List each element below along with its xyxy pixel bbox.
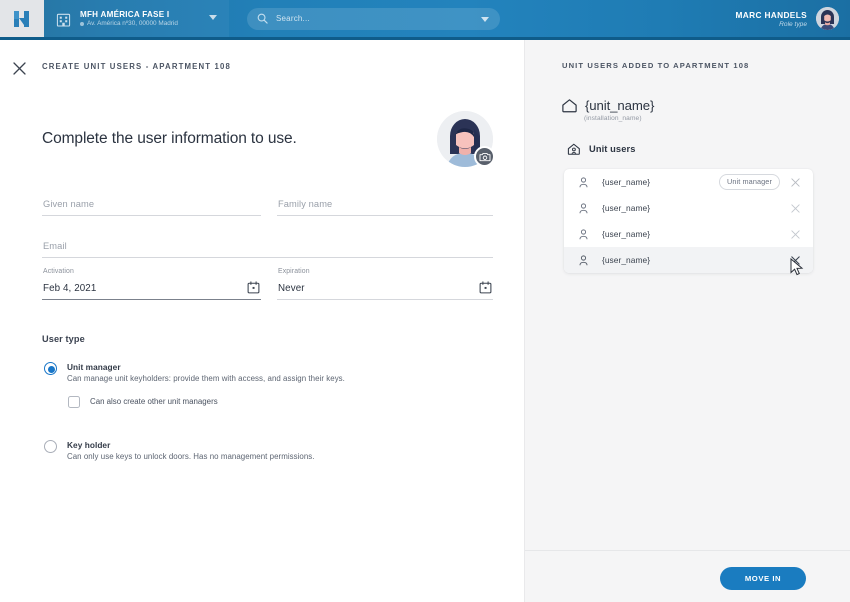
- avatar-illustration: [816, 7, 839, 30]
- person-icon: [579, 202, 588, 213]
- user-type-section-title: User type: [42, 334, 85, 344]
- unit-users-list: {user_name} Unit manager {user_name} {us…: [564, 169, 813, 273]
- site-name: MFH AMÉRICA FASE I: [80, 10, 170, 19]
- list-item[interactable]: {user_name}: [564, 195, 813, 221]
- building-icon: [56, 13, 71, 27]
- location-pin-icon: [80, 21, 84, 26]
- unit-manager-title: Unit manager: [67, 362, 121, 372]
- footer-divider: [525, 550, 850, 551]
- hi-logo-icon: [14, 10, 29, 27]
- user-role: Role type: [779, 20, 807, 28]
- radio-unit-manager[interactable]: [44, 362, 57, 375]
- unit-header: {unit_name}: [561, 97, 654, 114]
- unit-users-title: Unit users: [589, 144, 636, 154]
- site-address-row: Av. América nº30, 00000 Madrid: [80, 20, 178, 27]
- family-name-field[interactable]: Family name: [277, 186, 493, 216]
- search-icon: [257, 13, 268, 24]
- radio-unit-manager-dot: [48, 366, 55, 373]
- user-photo-uploader[interactable]: [437, 111, 495, 167]
- site-address: Av. América nº30, 00000 Madrid: [87, 20, 178, 27]
- user-row-name: {user_name}: [602, 255, 651, 265]
- dialog-eyebrow: CREATE UNIT USERS - APARTMENT 108: [42, 62, 231, 71]
- given-name-placeholder: Given name: [43, 199, 95, 209]
- site-text-block: MFH AMÉRICA FASE I Av. América nº30, 000…: [80, 10, 178, 27]
- family-name-placeholder: Family name: [278, 199, 333, 209]
- activation-label: Activation: [43, 268, 74, 275]
- person-icon: [579, 176, 588, 187]
- remove-user-button[interactable]: [786, 177, 805, 187]
- unit-manager-description: Can manage unit keyholders: provide them…: [67, 374, 345, 383]
- list-item[interactable]: {user_name}: [564, 221, 813, 247]
- calendar-icon[interactable]: [247, 281, 260, 294]
- checkbox-box[interactable]: [68, 396, 80, 408]
- unit-users-header: Unit users: [567, 142, 635, 156]
- chevron-down-icon[interactable]: [209, 15, 217, 20]
- person-icon: [579, 254, 588, 265]
- user-row-name: {user_name}: [602, 177, 651, 187]
- activation-date-field[interactable]: Activation Feb 4, 2021: [42, 268, 261, 300]
- close-icon: [791, 203, 800, 213]
- list-item[interactable]: {user_name}: [564, 247, 813, 273]
- remove-user-button[interactable]: [786, 203, 805, 213]
- email-field[interactable]: Email: [42, 228, 493, 258]
- activation-value: Feb 4, 2021: [43, 283, 97, 294]
- list-item[interactable]: {user_name} Unit manager: [564, 169, 813, 195]
- close-icon: [791, 229, 800, 239]
- user-name: MARC HANDELS: [735, 9, 807, 20]
- close-icon: [791, 177, 800, 187]
- page-title: Complete the user information to use.: [42, 130, 297, 147]
- expiration-date-field[interactable]: Expiration Never: [277, 268, 493, 300]
- user-menu[interactable]: MARC HANDELS Role type: [720, 0, 850, 37]
- remove-user-button[interactable]: [786, 229, 805, 239]
- email-placeholder: Email: [43, 241, 67, 251]
- key-holder-title: Key holder: [67, 440, 111, 450]
- home-icon: [562, 99, 577, 113]
- camera-icon: [479, 152, 490, 161]
- radio-key-holder[interactable]: [44, 440, 57, 453]
- given-name-field[interactable]: Given name: [42, 186, 261, 216]
- user-row-name: {user_name}: [602, 229, 651, 239]
- expiration-value: Never: [278, 283, 305, 294]
- close-icon: [791, 255, 800, 265]
- remove-user-button[interactable]: [786, 255, 805, 265]
- home-user-icon: [567, 143, 580, 155]
- search-filter-chevron-icon[interactable]: [481, 16, 489, 22]
- create-unit-users-panel: CREATE UNIT USERS - APARTMENT 108 Comple…: [0, 40, 524, 602]
- app-logo[interactable]: [0, 0, 44, 37]
- search-placeholder: Search...: [276, 14, 310, 23]
- search-container: Search...: [229, 0, 504, 37]
- search-bar[interactable]: Search...: [247, 7, 500, 30]
- installation-name: (installation_name): [584, 115, 642, 122]
- calendar-icon[interactable]: [479, 281, 492, 294]
- top-navigation-bar: MFH AMÉRICA FASE I Av. América nº30, 000…: [0, 0, 850, 37]
- unit-users-panel: UNIT USERS ADDED TO APARTMENT 108 {unit_…: [524, 40, 850, 602]
- close-icon[interactable]: [11, 60, 28, 77]
- key-holder-description: Can only use keys to unlock doors. Has n…: [67, 452, 315, 461]
- unit-name: {unit_name}: [585, 98, 655, 113]
- app-root: MFH AMÉRICA FASE I Av. América nº30, 000…: [0, 0, 850, 602]
- move-in-button[interactable]: MOVE IN: [720, 567, 806, 590]
- unit-users-eyebrow: UNIT USERS ADDED TO APARTMENT 108: [562, 61, 750, 70]
- camera-badge[interactable]: [474, 146, 495, 167]
- user-row-name: {user_name}: [602, 203, 651, 213]
- expiration-label: Expiration: [278, 268, 310, 275]
- checkbox-label: Can also create other unit managers: [90, 397, 218, 406]
- site-selector[interactable]: MFH AMÉRICA FASE I Av. América nº30, 000…: [44, 0, 229, 37]
- avatar[interactable]: [816, 7, 839, 30]
- user-text-block: MARC HANDELS Role type: [736, 10, 808, 28]
- person-icon: [579, 228, 588, 239]
- status-badge: Unit manager: [718, 174, 780, 190]
